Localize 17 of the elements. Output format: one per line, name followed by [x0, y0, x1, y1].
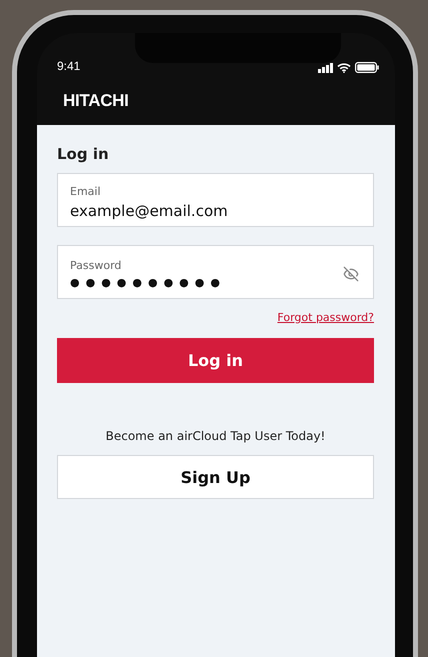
brand-logo: HITACHI	[63, 91, 129, 111]
field-value: ●●●●●●●●●●	[70, 276, 227, 289]
wifi-icon	[337, 62, 351, 72]
forgot-password-link[interactable]: Forgot password?	[277, 311, 374, 324]
field-label: Password	[70, 259, 122, 272]
battery-icon	[355, 62, 379, 73]
password-field[interactable]: Password ●●●●●●●●●●	[57, 245, 374, 299]
promo-text: Become an airCloud Tap User Today!	[104, 429, 326, 443]
field-label: Email	[70, 184, 102, 198]
login-button[interactable]: Log in	[57, 338, 374, 383]
page-title: Log in	[57, 145, 110, 163]
status-time: 9:41	[57, 59, 80, 73]
eye-off-icon[interactable]	[343, 266, 359, 282]
field-value: example@email.com	[70, 202, 229, 220]
email-field[interactable]: Email example@email.com	[57, 173, 374, 227]
signal-icon	[318, 62, 333, 72]
signup-button[interactable]: Sign Up	[57, 455, 374, 499]
